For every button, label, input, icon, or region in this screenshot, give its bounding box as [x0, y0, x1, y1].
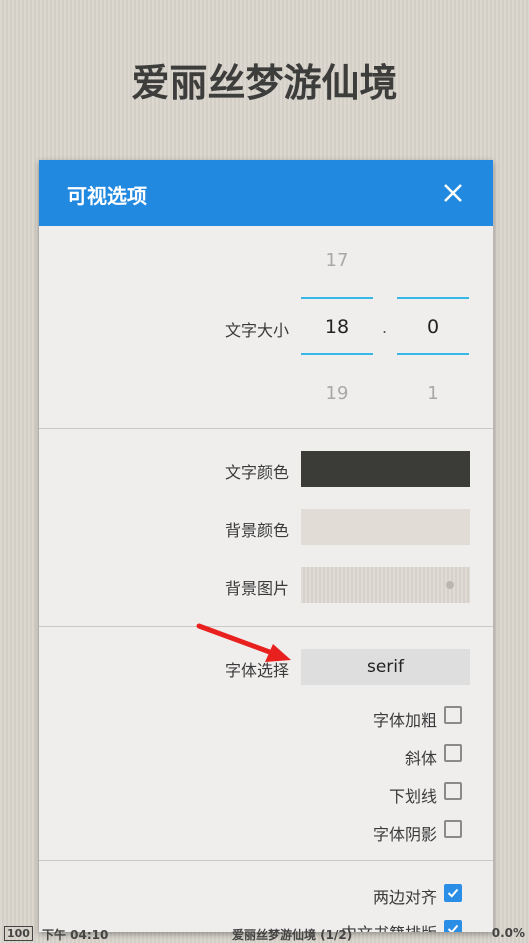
battery-indicator: 100 [4, 926, 33, 941]
clock: 下午 04:10 [42, 928, 109, 942]
book-title: 爱丽丝梦游仙境 [131, 61, 398, 105]
italic-checkbox[interactable] [444, 744, 462, 762]
shadow-label: 字体阴影 [372, 825, 437, 844]
font-size-dec-value[interactable]: 0 [397, 316, 469, 338]
bg-color-label: 背景颜色 [224, 521, 289, 540]
bg-image-label: 背景图片 [224, 579, 289, 598]
bg-image-dot [446, 581, 454, 589]
bg-color-swatch[interactable] [301, 509, 470, 545]
font-size-int-prev[interactable]: 17 [301, 250, 373, 271]
bold-label: 字体加粗 [372, 711, 437, 730]
font-size-separator: . [382, 318, 388, 337]
picker-line-dec-bottom [397, 353, 469, 355]
status-bar: 100 下午 04:10 爱丽丝梦游仙境 (1/2) 0.0% [0, 926, 529, 942]
reading-progress: 0.0% [491, 926, 525, 940]
shadow-checkbox[interactable] [444, 820, 462, 838]
justify-checkbox[interactable] [444, 884, 462, 902]
underline-checkbox[interactable] [444, 782, 462, 800]
font-select-button[interactable]: serif [301, 649, 470, 685]
check-icon [447, 888, 459, 898]
font-size-int-value[interactable]: 18 [301, 316, 373, 338]
underline-label: 下划线 [388, 787, 437, 806]
annotation-arrow-icon [196, 623, 291, 662]
font-size-int-next[interactable]: 19 [301, 383, 373, 404]
visual-options-dialog: 可视选项 文字大小 17 18 19 . 0 1 文字颜色 背景颜色 背景图片 … [39, 160, 493, 932]
bg-image-swatch[interactable] [301, 567, 470, 603]
status-page-title: 爱丽丝梦游仙境 (1/2) [232, 928, 353, 942]
font-size-dec-next[interactable]: 1 [397, 383, 469, 404]
justify-label: 两边对齐 [372, 888, 437, 907]
italic-label: 斜体 [404, 749, 437, 768]
picker-line-int-top [301, 297, 373, 299]
dialog-title: 可视选项 [67, 184, 147, 208]
dialog-header: 可视选项 [39, 160, 493, 226]
picker-line-dec-top [397, 297, 469, 299]
font-size-label: 文字大小 [224, 321, 289, 340]
divider [39, 428, 493, 429]
bold-checkbox[interactable] [444, 706, 462, 724]
divider [39, 860, 493, 861]
text-color-label: 文字颜色 [224, 463, 289, 482]
picker-line-int-bottom [301, 353, 373, 355]
close-icon[interactable] [437, 177, 469, 209]
text-color-swatch[interactable] [301, 451, 470, 487]
